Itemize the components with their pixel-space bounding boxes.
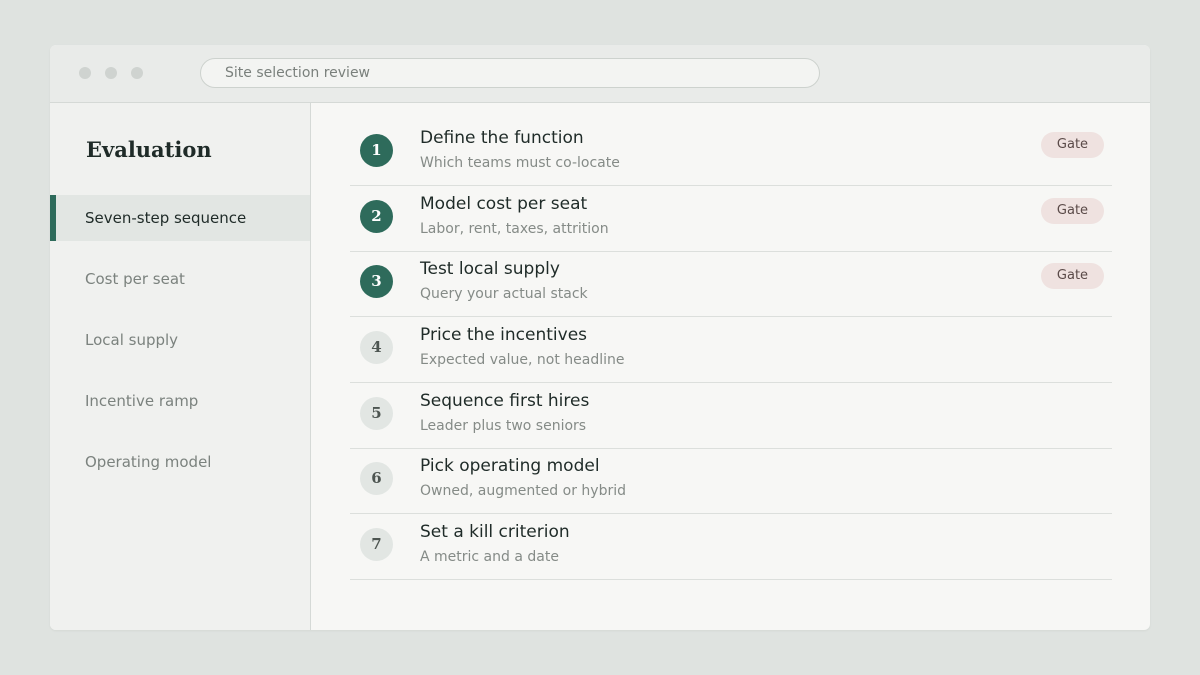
window-minimize-dot[interactable] [105, 67, 117, 79]
step-title: Sequence first hires [420, 391, 590, 411]
step-title: Price the incentives [420, 325, 588, 345]
step-subtitle: Labor, rent, taxes, attrition [420, 221, 609, 237]
sidebar-item-cost-per-seat[interactable]: Cost per seat [50, 256, 310, 302]
step-row[interactable]: 1 Define the function Which teams must c… [350, 120, 1112, 186]
step-subtitle: Expected value, not headline [420, 352, 625, 368]
step-subtitle: Which teams must co-locate [420, 155, 620, 171]
step-number: 6 [360, 462, 393, 495]
step-subtitle: Query your actual stack [420, 286, 588, 302]
step-number: 2 [360, 200, 393, 233]
sidebar-item-incentive-ramp[interactable]: Incentive ramp [50, 378, 310, 424]
step-row[interactable]: 3 Test local supply Query your actual st… [350, 251, 1112, 317]
step-row[interactable]: 6 Pick operating model Owned, augmented … [350, 448, 1112, 514]
step-row[interactable]: 2 Model cost per seat Labor, rent, taxes… [350, 186, 1112, 252]
step-number: 7 [360, 528, 393, 561]
gate-badge: Gate [1041, 263, 1104, 289]
sidebar-item-seven-step-sequence[interactable]: Seven-step sequence [50, 195, 310, 241]
app-window: Site selection review Evaluation Seven-s… [50, 45, 1150, 630]
step-title: Define the function [420, 128, 584, 148]
step-title: Test local supply [420, 259, 560, 279]
sidebar: Evaluation Seven-step sequence Cost per … [50, 103, 311, 630]
step-subtitle: Owned, augmented or hybrid [420, 483, 626, 499]
gate-badge: Gate [1041, 198, 1104, 224]
step-number: 4 [360, 331, 393, 364]
step-number: 1 [360, 134, 393, 167]
sidebar-title: Evaluation [86, 137, 212, 162]
sidebar-item-operating-model[interactable]: Operating model [50, 439, 310, 485]
step-title: Pick operating model [420, 456, 600, 476]
window-maximize-dot[interactable] [131, 67, 143, 79]
step-subtitle: A metric and a date [420, 549, 559, 565]
step-subtitle: Leader plus two seniors [420, 418, 587, 434]
step-row[interactable]: 7 Set a kill criterion A metric and a da… [350, 514, 1112, 580]
window-close-dot[interactable] [79, 67, 91, 79]
step-number: 5 [360, 397, 393, 430]
address-bar[interactable]: Site selection review [200, 58, 820, 88]
step-row[interactable]: 5 Sequence first hires Leader plus two s… [350, 383, 1112, 449]
step-title: Model cost per seat [420, 194, 588, 214]
title-bar: Site selection review [50, 45, 1150, 103]
step-number: 3 [360, 265, 393, 298]
step-title: Set a kill criterion [420, 522, 570, 542]
sidebar-item-local-supply[interactable]: Local supply [50, 317, 310, 363]
gate-badge: Gate [1041, 132, 1104, 158]
step-row[interactable]: 4 Price the incentives Expected value, n… [350, 317, 1112, 383]
